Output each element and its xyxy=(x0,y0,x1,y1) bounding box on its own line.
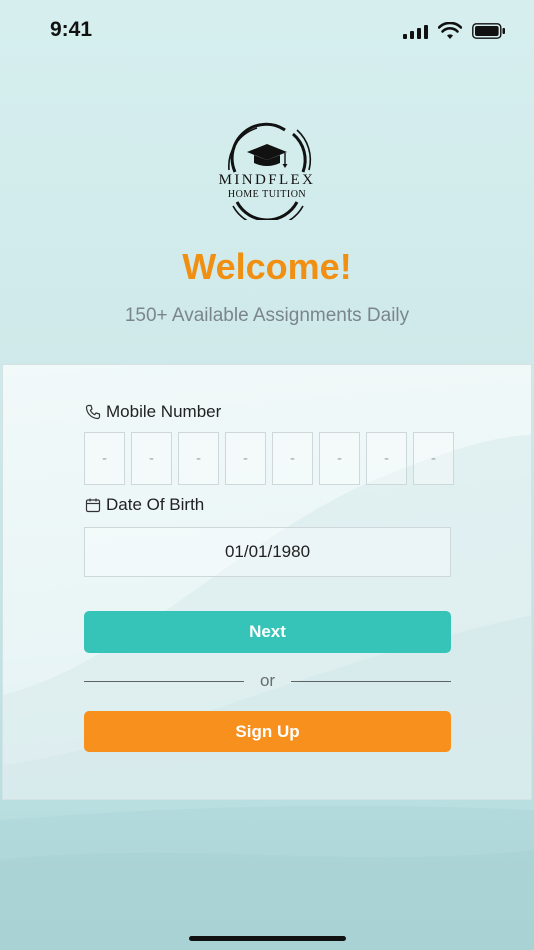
status-time: 9:41 xyxy=(50,18,93,41)
signal-icon xyxy=(403,23,428,39)
background-wave xyxy=(0,805,534,950)
divider-left xyxy=(84,681,244,682)
login-card: Mobile Number - - - - - - - - Date Of Bi… xyxy=(2,364,532,800)
status-bar: 9:41 xyxy=(0,0,534,60)
mobile-digit-8[interactable]: - xyxy=(413,432,454,485)
or-separator: or xyxy=(259,671,276,690)
phone-icon xyxy=(85,404,101,420)
date-of-birth-label: Date Of Birth xyxy=(85,495,204,515)
mobile-digit-4[interactable]: - xyxy=(225,432,266,485)
battery-icon xyxy=(472,23,505,39)
graduation-cap-icon xyxy=(247,144,288,168)
mobile-number-label-text: Mobile Number xyxy=(106,402,222,421)
status-icons xyxy=(403,22,506,40)
mobile-number-input: - - - - - - - - xyxy=(84,432,454,485)
mobile-digit-7[interactable]: - xyxy=(366,432,407,485)
mobile-digit-6[interactable]: - xyxy=(319,432,360,485)
divider-right xyxy=(291,681,451,682)
logo-tagline: HOME TUITION xyxy=(227,189,307,200)
home-indicator[interactable] xyxy=(189,936,346,941)
welcome-subtitle: 150+ Available Assignments Daily xyxy=(124,305,410,326)
wifi-icon xyxy=(438,22,462,39)
date-of-birth-input[interactable]: 01/01/1980 xyxy=(84,527,451,577)
logo-emblem xyxy=(228,122,312,220)
next-button[interactable]: Next xyxy=(84,611,451,653)
mobile-number-label: Mobile Number xyxy=(85,402,221,422)
mobile-digit-1[interactable]: - xyxy=(84,432,125,485)
mobile-digit-2[interactable]: - xyxy=(131,432,172,485)
logo-name: MINDFLEX xyxy=(218,172,316,188)
date-of-birth-label-text: Date Of Birth xyxy=(106,495,205,514)
welcome-title: Welcome! xyxy=(182,246,352,287)
mindflex-logo: MINDFLEX HOME TUITION xyxy=(207,120,327,220)
mobile-digit-3[interactable]: - xyxy=(178,432,219,485)
sign-up-button[interactable]: Sign Up xyxy=(84,711,451,752)
mobile-digit-5[interactable]: - xyxy=(272,432,313,485)
calendar-icon xyxy=(85,498,101,513)
